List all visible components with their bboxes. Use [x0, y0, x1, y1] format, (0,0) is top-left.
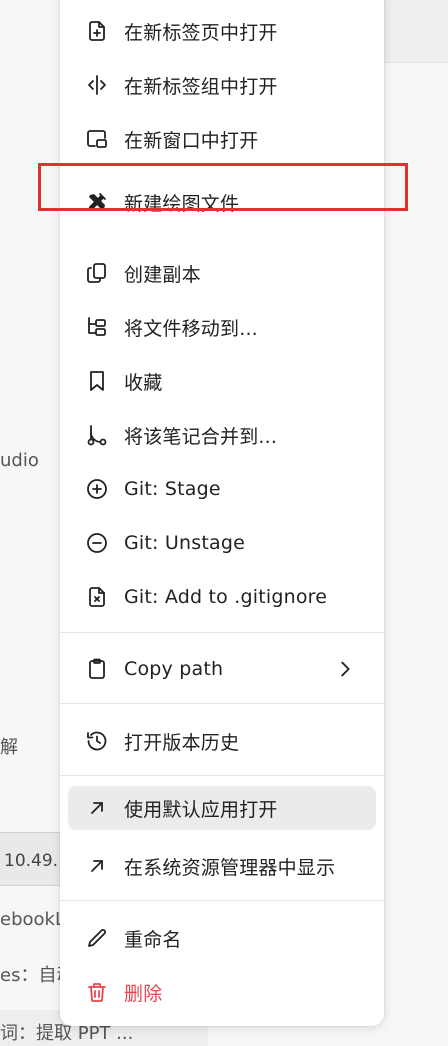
menu-item-label: Copy path	[124, 658, 224, 680]
menu-item-show-in-explorer[interactable]: 在系统资源管理器中显示	[68, 844, 376, 888]
screen: udio 解 10.49.1 ebookL es：自动 词：提取 PPT ...…	[0, 0, 448, 1046]
background-ip-field[interactable]: 10.49.1	[0, 832, 62, 886]
arrow-up-right-icon	[84, 853, 110, 879]
menu-item-label: 收藏	[124, 371, 163, 394]
menu-divider	[60, 632, 384, 633]
menu-item-label: 删除	[124, 982, 163, 1005]
menu-item-label: Git: Add to .gitignore	[124, 586, 328, 608]
arrow-up-right-icon	[84, 795, 110, 821]
pencil-icon	[84, 925, 110, 951]
menu-item-bookmark[interactable]: 收藏	[68, 359, 376, 403]
menu-item-git-add-gitignore[interactable]: Git: Add to .gitignore	[68, 575, 376, 619]
menu-item-label: 使用默认应用打开	[124, 798, 278, 821]
menu-item-label: 在系统资源管理器中显示	[124, 856, 336, 879]
menu-item-merge-note[interactable]: 将该笔记合并到...	[68, 413, 376, 457]
menu-item-label: 在新窗口中打开	[124, 129, 259, 152]
file-x-icon	[84, 584, 110, 610]
menu-item-label: 将文件移动到...	[124, 317, 258, 340]
pencil-ruler-icon	[84, 189, 110, 215]
menu-divider	[60, 900, 384, 901]
menu-item-git-unstage[interactable]: Git: Unstage	[68, 521, 376, 565]
background-ip-value: 10.49.1	[4, 851, 61, 871]
menu-item-move-file[interactable]: 将文件移动到...	[68, 305, 376, 349]
plus-circle-icon	[84, 476, 110, 502]
background-text-studio: udio	[0, 450, 39, 471]
menu-item-delete[interactable]: 删除	[68, 970, 376, 1014]
context-menu: 在新标签页中打开 在新标签组中打开 在新窗口中打开 新建绘图文件 创建副本 将文…	[60, 0, 384, 1026]
menu-divider	[60, 775, 384, 776]
menu-item-label: 新建绘图文件	[124, 192, 240, 215]
bookmark-icon	[84, 368, 110, 394]
menu-item-label: 创建副本	[124, 263, 201, 286]
background-panel	[384, 0, 448, 63]
background-text-solve: 解	[0, 737, 18, 758]
menu-item-open-new-tab[interactable]: 在新标签页中打开	[68, 9, 376, 53]
minus-circle-icon	[84, 530, 110, 556]
menu-item-label: 打开版本历史	[124, 731, 240, 754]
new-tab-icon	[84, 18, 110, 44]
menu-item-label: 将该笔记合并到...	[124, 425, 278, 448]
chevron-right-icon	[334, 658, 356, 680]
trash-icon	[84, 979, 110, 1005]
menu-item-rename[interactable]: 重命名	[68, 916, 376, 960]
menu-item-copy-path[interactable]: Copy path	[68, 647, 376, 691]
new-window-icon	[84, 126, 110, 152]
git-merge-icon	[84, 422, 110, 448]
split-code-icon	[84, 72, 110, 98]
clipboard-icon	[84, 656, 110, 682]
menu-divider	[60, 703, 384, 704]
folder-tree-icon	[84, 314, 110, 340]
menu-item-label: Git: Stage	[124, 478, 221, 500]
menu-item-label: Git: Unstage	[124, 532, 245, 554]
history-icon	[84, 728, 110, 754]
menu-item-create-copy[interactable]: 创建副本	[68, 251, 376, 295]
background-text-notebook: ebookL	[0, 909, 65, 930]
menu-item-open-new-window[interactable]: 在新窗口中打开	[68, 117, 376, 161]
copy-icon	[84, 260, 110, 286]
menu-item-open-new-tab-group[interactable]: 在新标签组中打开	[68, 63, 376, 107]
menu-item-label: 在新标签组中打开	[124, 75, 278, 98]
menu-item-label: 重命名	[124, 928, 182, 951]
menu-item-label: 在新标签页中打开	[124, 21, 278, 44]
menu-item-version-history[interactable]: 打开版本历史	[68, 719, 376, 763]
menu-item-git-stage[interactable]: Git: Stage	[68, 467, 376, 511]
menu-item-new-drawing-file[interactable]: 新建绘图文件	[68, 180, 376, 224]
menu-item-open-default-app[interactable]: 使用默认应用打开	[68, 786, 376, 830]
